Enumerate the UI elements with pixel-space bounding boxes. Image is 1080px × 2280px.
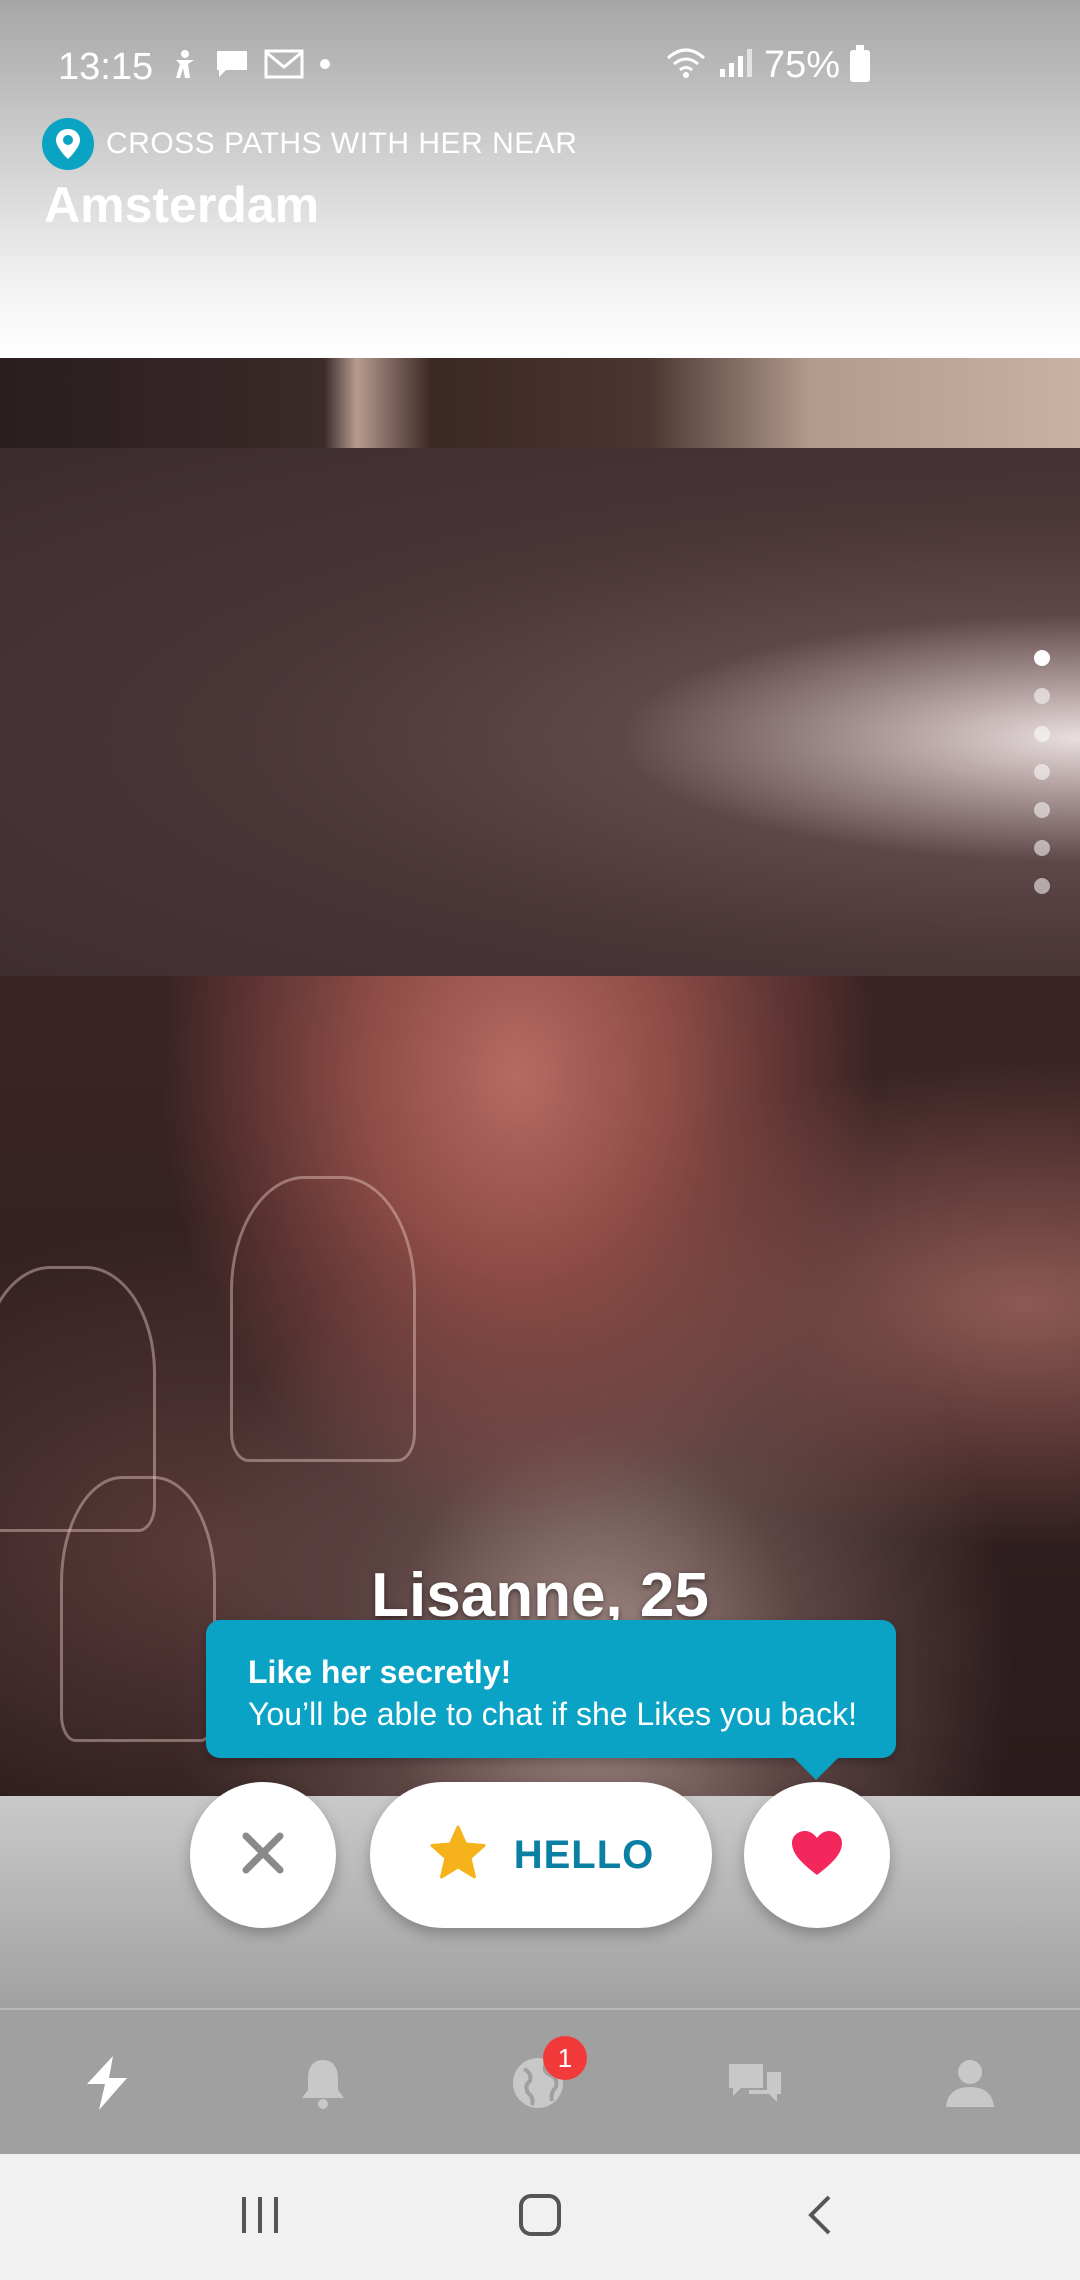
pass-button[interactable] <box>190 1782 336 1928</box>
home-button[interactable] <box>510 2192 570 2242</box>
hello-label: HELLO <box>513 1832 655 1877</box>
nav-notifications[interactable] <box>288 2050 358 2120</box>
battery-icon <box>850 44 870 82</box>
status-right: 75% <box>664 44 870 87</box>
photo-dot[interactable] <box>1034 840 1050 856</box>
header: 13:15 75% CROSS PATHS WITH HER NEAR Amst… <box>0 0 1080 360</box>
wine-glass <box>230 1176 416 1462</box>
gmail-icon <box>264 49 304 84</box>
recent-apps-button[interactable] <box>230 2192 290 2242</box>
dot-icon <box>318 57 332 76</box>
back-button[interactable] <box>790 2192 850 2242</box>
system-nav <box>0 2154 1080 2280</box>
accessibility-icon <box>170 48 200 85</box>
battery-percent: 75% <box>763 44 840 86</box>
home-icon <box>517 2192 563 2243</box>
photo-dot[interactable] <box>1034 688 1050 704</box>
city-name: Amsterdam <box>44 177 320 233</box>
nav-encounters[interactable] <box>72 2050 142 2120</box>
bottom-nav: 1 <box>0 2008 1080 2156</box>
photo-dot[interactable] <box>1034 878 1050 894</box>
tooltip-body: You’ll be able to chat if she Likes you … <box>248 1696 857 1732</box>
photo-blurred-region <box>0 448 1080 976</box>
heart-icon <box>790 1829 844 1882</box>
profile-icon <box>944 2057 996 2114</box>
location-row: CROSS PATHS WITH HER NEAR <box>42 118 577 170</box>
photo-dot[interactable] <box>1034 764 1050 780</box>
recent-apps-icon <box>238 2195 282 2240</box>
back-icon <box>805 2193 835 2242</box>
wifi-icon <box>664 46 708 85</box>
photo-dot[interactable] <box>1034 802 1050 818</box>
nav-chats[interactable] <box>720 2050 790 2120</box>
message-icon <box>214 48 250 85</box>
discover-badge: 1 <box>543 2036 587 2080</box>
lightning-icon <box>83 2054 131 2117</box>
bell-icon <box>298 2056 348 2115</box>
tooltip-title: Like her secretly! <box>248 1654 512 1690</box>
photo-dot-active[interactable] <box>1034 650 1050 666</box>
photo-dot[interactable] <box>1034 726 1050 742</box>
signal-icon <box>718 47 754 84</box>
status-bar: 13:15 75% <box>0 0 1080 110</box>
nav-profile[interactable] <box>935 2050 1005 2120</box>
photo-page-dots <box>1034 650 1050 894</box>
like-tooltip[interactable]: Like her secretly! You’ll be able to cha… <box>206 1620 896 1780</box>
photo-top-strip <box>0 358 1080 448</box>
chat-icon <box>725 2058 785 2113</box>
star-icon <box>428 1824 488 1887</box>
location-label: CROSS PATHS WITH HER NEAR <box>106 127 578 160</box>
notification-icons <box>170 48 332 85</box>
hello-button[interactable]: HELLO <box>370 1782 712 1928</box>
app-root: 13:15 75% CROSS PATHS WITH HER NEAR Amst… <box>0 0 1080 2280</box>
close-icon <box>240 1830 286 1881</box>
status-time: 13:15 <box>58 46 154 88</box>
like-button[interactable] <box>744 1782 890 1928</box>
location-pin-icon <box>42 118 94 170</box>
